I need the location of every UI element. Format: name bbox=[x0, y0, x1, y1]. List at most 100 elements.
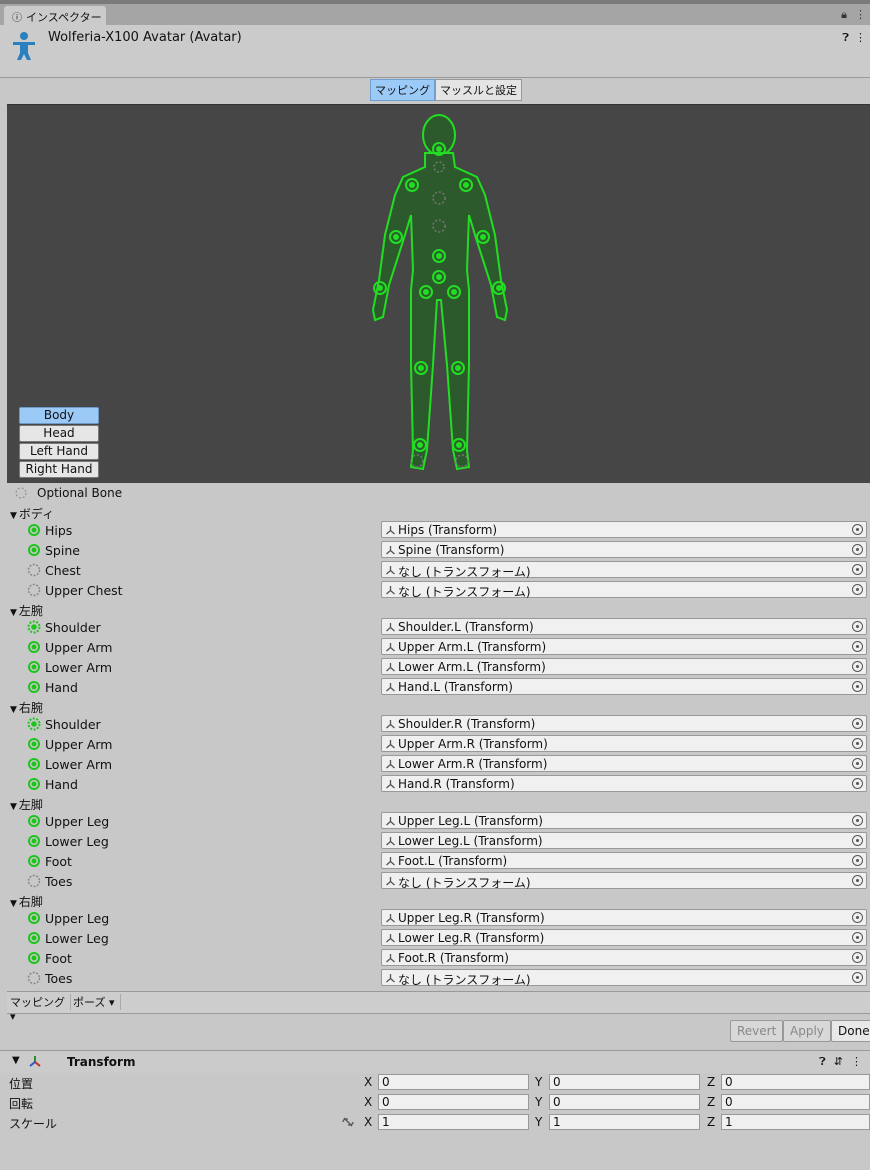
y-value-field[interactable]: 0 bbox=[549, 1094, 700, 1110]
object-picker-icon[interactable] bbox=[852, 641, 863, 652]
bone-mapped-icon[interactable] bbox=[27, 680, 41, 694]
bone-optional-empty-icon[interactable] bbox=[27, 971, 41, 985]
bone-mapped-icon[interactable] bbox=[27, 737, 41, 751]
x-value-field[interactable]: 0 bbox=[378, 1074, 529, 1090]
menu-icon[interactable]: ⋮ bbox=[855, 8, 866, 22]
bone-object-field[interactable]: なし (トランスフォーム) bbox=[381, 581, 867, 599]
foldout-arrow-icon[interactable]: ▼ bbox=[12, 1055, 20, 1066]
bone-object-field[interactable]: Shoulder.L (Transform) bbox=[381, 618, 867, 635]
object-picker-icon[interactable] bbox=[852, 815, 863, 826]
bone-object-field[interactable]: Foot.R (Transform) bbox=[381, 949, 867, 966]
object-picker-icon[interactable] bbox=[852, 564, 863, 575]
object-picker-icon[interactable] bbox=[852, 758, 863, 769]
bone-mapped-icon[interactable] bbox=[27, 911, 41, 925]
revert-button[interactable]: Revert bbox=[730, 1020, 784, 1042]
z-value-field[interactable]: 0 bbox=[721, 1074, 870, 1090]
object-picker-icon[interactable] bbox=[852, 621, 863, 632]
view-right-hand-button[interactable]: Right Hand bbox=[19, 461, 99, 478]
object-picker-icon[interactable] bbox=[852, 738, 863, 749]
y-value-field[interactable]: 0 bbox=[549, 1074, 700, 1090]
object-picker-icon[interactable] bbox=[852, 972, 863, 983]
axis-x-label[interactable]: X bbox=[364, 1075, 372, 1089]
pose-menu[interactable]: ポーズ ▾ bbox=[70, 994, 121, 1010]
bone-mapped-icon[interactable] bbox=[27, 951, 41, 965]
object-picker-icon[interactable] bbox=[852, 855, 863, 866]
axis-y-label[interactable]: Y bbox=[535, 1095, 542, 1109]
bone-object-field[interactable]: Hand.R (Transform) bbox=[381, 775, 867, 792]
bone-mapped-icon[interactable] bbox=[27, 854, 41, 868]
mapping-menu[interactable]: マッピング ▾ bbox=[7, 994, 71, 1023]
constrain-scale-icon[interactable] bbox=[341, 1117, 355, 1127]
y-value-field[interactable]: 1 bbox=[549, 1114, 700, 1130]
x-value-field[interactable]: 0 bbox=[378, 1094, 529, 1110]
more-icon[interactable]: ⋮ bbox=[851, 1055, 862, 1069]
bone-object-field[interactable]: Upper Leg.R (Transform) bbox=[381, 909, 867, 926]
more-icon[interactable]: ⋮ bbox=[855, 31, 866, 45]
presets-icon[interactable]: ⇵ bbox=[834, 1055, 843, 1069]
bone-mapped-icon[interactable] bbox=[27, 931, 41, 945]
bone-object-field[interactable]: Upper Leg.L (Transform) bbox=[381, 812, 867, 829]
z-value-field[interactable]: 0 bbox=[721, 1094, 870, 1110]
bone-optional-empty-icon[interactable] bbox=[27, 874, 41, 888]
bone-object-field[interactable]: Lower Leg.R (Transform) bbox=[381, 929, 867, 946]
axis-z-label[interactable]: Z bbox=[707, 1115, 715, 1129]
x-value-field[interactable]: 1 bbox=[378, 1114, 529, 1130]
bone-mapped-icon[interactable] bbox=[27, 543, 41, 557]
inspector-tab[interactable]: ⓘ インスペクター bbox=[4, 6, 106, 27]
object-picker-icon[interactable] bbox=[852, 912, 863, 923]
object-picker-icon[interactable] bbox=[852, 932, 863, 943]
bone-mapped-icon[interactable] bbox=[27, 660, 41, 674]
axis-y-label[interactable]: Y bbox=[535, 1075, 542, 1089]
bone-object-field[interactable]: Hand.L (Transform) bbox=[381, 678, 867, 695]
apply-button[interactable]: Apply bbox=[783, 1020, 831, 1042]
bone-object-field[interactable]: Spine (Transform) bbox=[381, 541, 867, 558]
axis-x-label[interactable]: X bbox=[364, 1095, 372, 1109]
object-picker-icon[interactable] bbox=[852, 835, 863, 846]
view-left-hand-button[interactable]: Left Hand bbox=[19, 443, 99, 460]
object-picker-icon[interactable] bbox=[852, 544, 863, 555]
axis-z-label[interactable]: Z bbox=[707, 1075, 715, 1089]
bone-object-field[interactable]: Lower Leg.L (Transform) bbox=[381, 832, 867, 849]
bone-mapped-icon[interactable] bbox=[27, 757, 41, 771]
bone-object-field[interactable]: Shoulder.R (Transform) bbox=[381, 715, 867, 732]
transform-header[interactable]: ▼ Transform ❓︎ ⇵ ⋮ bbox=[0, 1050, 870, 1073]
bone-object-field[interactable]: なし (トランスフォーム) bbox=[381, 969, 867, 987]
bone-optional-empty-icon[interactable] bbox=[27, 583, 41, 597]
object-picker-icon[interactable] bbox=[852, 681, 863, 692]
bone-object-field[interactable]: Upper Arm.L (Transform) bbox=[381, 638, 867, 655]
done-button[interactable]: Done bbox=[831, 1020, 870, 1042]
object-picker-icon[interactable] bbox=[852, 524, 863, 535]
lock-icon[interactable]: 🔒︎ bbox=[841, 8, 847, 22]
bone-optional-empty-icon[interactable] bbox=[27, 563, 41, 577]
axis-z-label[interactable]: Z bbox=[707, 1095, 715, 1109]
view-body-button[interactable]: Body bbox=[19, 407, 99, 424]
bone-object-field[interactable]: Lower Arm.R (Transform) bbox=[381, 755, 867, 772]
bone-mapped-icon[interactable] bbox=[27, 814, 41, 828]
bone-optional-mapped-icon[interactable] bbox=[27, 717, 41, 731]
view-head-button[interactable]: Head bbox=[19, 425, 99, 442]
axis-y-label[interactable]: Y bbox=[535, 1115, 542, 1129]
bone-object-field[interactable]: Upper Arm.R (Transform) bbox=[381, 735, 867, 752]
object-picker-icon[interactable] bbox=[852, 952, 863, 963]
bone-mapped-icon[interactable] bbox=[27, 777, 41, 791]
object-picker-icon[interactable] bbox=[852, 778, 863, 789]
tab-mapping[interactable]: マッピング bbox=[370, 79, 435, 101]
axis-x-label[interactable]: X bbox=[364, 1115, 372, 1129]
bone-mapped-icon[interactable] bbox=[27, 523, 41, 537]
object-picker-icon[interactable] bbox=[852, 875, 863, 886]
object-picker-icon[interactable] bbox=[852, 584, 863, 595]
tab-muscles[interactable]: マッスルと設定 bbox=[435, 79, 522, 101]
bone-object-field[interactable]: Hips (Transform) bbox=[381, 521, 867, 538]
bone-object-field[interactable]: Lower Arm.L (Transform) bbox=[381, 658, 867, 675]
bone-object-field[interactable]: なし (トランスフォーム) bbox=[381, 872, 867, 890]
bone-mapped-icon[interactable] bbox=[27, 640, 41, 654]
object-picker-icon[interactable] bbox=[852, 661, 863, 672]
help-icon[interactable]: ❓︎ bbox=[819, 1055, 826, 1069]
object-picker-icon[interactable] bbox=[852, 718, 863, 729]
bone-mapped-icon[interactable] bbox=[27, 834, 41, 848]
z-value-field[interactable]: 1 bbox=[721, 1114, 870, 1130]
help-icon[interactable]: ❓︎ bbox=[842, 31, 849, 45]
bone-object-field[interactable]: なし (トランスフォーム) bbox=[381, 561, 867, 579]
bone-optional-mapped-icon[interactable] bbox=[27, 620, 41, 634]
bone-object-field[interactable]: Foot.L (Transform) bbox=[381, 852, 867, 869]
